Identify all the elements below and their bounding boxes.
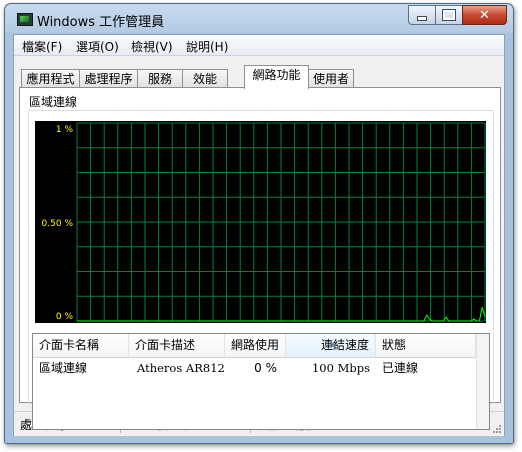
close-button[interactable]: ✕	[462, 5, 507, 25]
tab-processes[interactable]: 處理程序	[79, 69, 138, 88]
cell-state: 已連線	[382, 361, 419, 375]
tab-strip: 應用程式 處理程序 服務 效能 網路功能 使用者	[19, 65, 499, 89]
cell-network-usage: 0 %	[254, 361, 277, 375]
column-header-link-speed-label: 連結速度	[320, 338, 369, 352]
column-header-adapter-name[interactable]: 介面卡名稱	[33, 334, 129, 357]
resize-grip-icon[interactable]	[491, 423, 502, 434]
menu-options[interactable]: 選項(O)	[76, 38, 119, 55]
title-bar[interactable]: Windows 工作管理員 ✕	[5, 4, 513, 34]
minimize-button[interactable]	[408, 5, 435, 25]
tab-services[interactable]: 服務	[137, 69, 183, 88]
chart-y-tick-label: 1 %	[56, 125, 74, 135]
column-header-state[interactable]: 狀態	[376, 334, 476, 357]
tab-users[interactable]: 使用者	[308, 69, 354, 88]
network-usage-chart-svg: 1 % 0.50 % 0 %	[42, 122, 486, 322]
close-icon: ✕	[479, 7, 490, 23]
window-controls: ✕	[408, 5, 507, 25]
minimize-icon	[417, 15, 427, 21]
menu-view[interactable]: 檢視(V)	[131, 38, 173, 55]
menu-file[interactable]: 檔案(F)	[22, 38, 62, 55]
chart-y-tick-label: 0 %	[56, 312, 74, 322]
cell-adapter-description: Atheros AR812...	[137, 361, 225, 375]
menu-bar: 檔案(F) 選項(O) 檢視(V) 說明(H)	[14, 35, 504, 56]
task-manager-window: Windows 工作管理員 ✕ 檔案(F) 選項(O) 檢視(V) 說明(H) …	[4, 3, 514, 444]
adapter-table-header: 介面卡名稱 介面卡描述 網路使用 ▲ 連結速度 狀態	[33, 334, 489, 358]
chart-y-tick-label: 0.50 %	[42, 219, 74, 229]
networking-panel: 區域連線 1 % 0.50 % 0 % 介面卡名稱 介面卡描述 網路使用 ▲ 連結速…	[19, 87, 501, 430]
task-manager-icon	[17, 13, 33, 26]
adapter-group-label: 區域連線	[29, 95, 78, 109]
menu-help[interactable]: 說明(H)	[186, 38, 228, 55]
table-scrollbar[interactable]	[476, 334, 489, 429]
client-area: 檔案(F) 選項(O) 檢視(V) 說明(H) 應用程式 處理程序 服務 效能 …	[13, 34, 505, 436]
maximize-icon	[442, 9, 456, 21]
cell-adapter-name: 區域連線	[39, 361, 88, 375]
window-title: Windows 工作管理員	[37, 15, 165, 30]
adapter-table: 介面卡名稱 介面卡描述 網路使用 ▲ 連結速度 狀態 區域連線 Atheros …	[32, 333, 490, 430]
tab-applications[interactable]: 應用程式	[21, 69, 80, 88]
maximize-button[interactable]	[435, 5, 462, 25]
tab-performance[interactable]: 效能	[182, 69, 228, 88]
cell-link-speed: 100 Mbps	[311, 361, 370, 375]
sort-ascending-icon: ▲	[330, 340, 336, 348]
table-row[interactable]: 區域連線 Atheros AR812... 0 % 100 Mbps 已連線	[33, 358, 489, 377]
column-header-link-speed[interactable]: ▲ 連結速度	[286, 334, 376, 357]
column-header-adapter-description[interactable]: 介面卡描述	[129, 334, 225, 357]
tab-networking[interactable]: 網路功能	[244, 65, 309, 89]
column-header-network-usage[interactable]: 網路使用	[225, 334, 286, 357]
network-usage-chart: 1 % 0.50 % 0 %	[35, 121, 486, 323]
